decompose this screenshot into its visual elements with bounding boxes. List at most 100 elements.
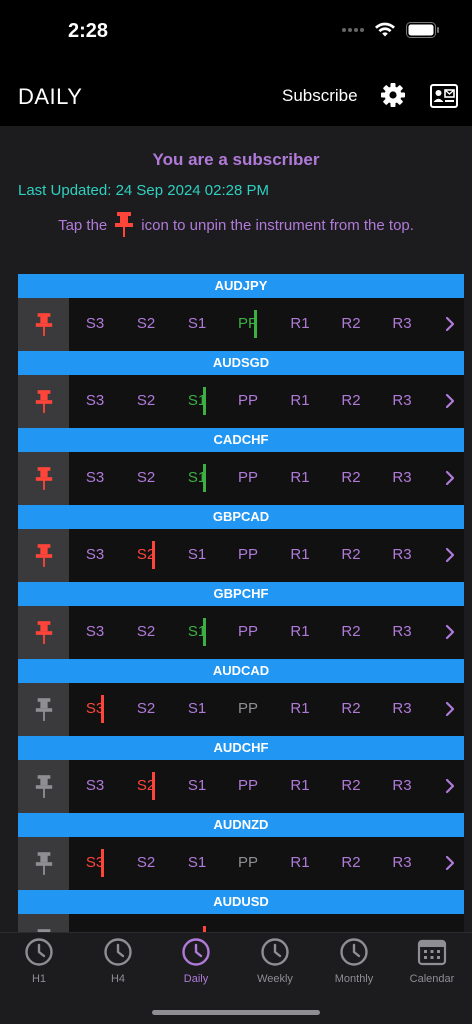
chevron-right-icon[interactable] (444, 391, 456, 411)
chevron-right-icon[interactable] (444, 622, 456, 642)
price-marker (254, 310, 257, 338)
pin-icon[interactable] (18, 452, 69, 505)
pin-icon[interactable] (18, 375, 69, 428)
instrument-levels-row[interactable]: S3S2S1PPR1R2R3 (18, 837, 464, 890)
instrument-levels-row[interactable]: S3S2S1PPR1R2R3 (18, 375, 464, 428)
level-pp: PP (237, 315, 258, 332)
instrument-item[interactable]: AUDUSDS3S2S1PPR1R2R3 (18, 890, 464, 932)
price-marker (203, 618, 206, 646)
level-pp: PP (237, 469, 258, 486)
instrument-levels-row[interactable]: S3S2S1PPR1R2R3 (18, 683, 464, 736)
instrument-symbol: AUDNZD (18, 813, 464, 837)
navigation-bar: DAILY Subscribe (0, 64, 472, 126)
unpinned-pin-icon[interactable] (18, 760, 69, 813)
instrument-symbol: AUDUSD (18, 890, 464, 914)
pin-icon[interactable] (18, 298, 69, 351)
level-r1: R1 (290, 315, 310, 332)
battery-icon (406, 22, 439, 38)
status-indicators (342, 22, 440, 38)
tab-label: Monthly (334, 973, 374, 985)
instrument-symbol: AUDSGD (18, 351, 464, 375)
subscribe-button[interactable]: Subscribe (282, 86, 358, 106)
tab-monthly[interactable]: Monthly (315, 937, 393, 985)
tab-h4[interactable]: H4 (79, 937, 157, 985)
clock-icon (182, 938, 210, 966)
levels-strip: S3S2S1PPR1R2R3 (69, 529, 464, 582)
level-s3: S3 (85, 777, 105, 794)
contact-card-icon[interactable] (430, 84, 458, 108)
instrument-levels-row[interactable]: S3S2S1PPR1R2R3 (18, 606, 464, 659)
pin-icon[interactable] (18, 529, 69, 582)
level-s1: S1 (187, 623, 207, 640)
level-pp: PP (237, 854, 258, 871)
chevron-right-icon[interactable] (444, 468, 456, 488)
level-r3: R3 (392, 777, 412, 794)
levels-strip: S3S2S1PPR1R2R3 (69, 914, 464, 932)
level-pp: PP (237, 392, 258, 409)
level-s2: S2 (136, 700, 156, 717)
instrument-item[interactable]: AUDNZD S3 S2 S1 PP R1 R2 R3 (18, 813, 464, 890)
instrument-item[interactable]: GBPCAD S3 S2 S1 PP R1 R2 R3 (18, 505, 464, 582)
chevron-right-icon[interactable] (444, 545, 456, 565)
level-s3: S3 (85, 623, 105, 640)
instrument-levels-row[interactable]: S3S2S1PPR1R2R3 (18, 298, 464, 351)
instrument-item[interactable]: GBPCHF S3 S2 S1 PP R1 R2 R3 (18, 582, 464, 659)
tab-calendar[interactable]: Calendar (393, 937, 471, 985)
instrument-item[interactable]: AUDJPY S3 S2 S1 PP R1 R2 R3 (18, 274, 464, 351)
clock-icon (104, 938, 132, 966)
chevron-right-icon[interactable] (444, 776, 456, 796)
pin-icon (115, 212, 134, 237)
hint-text-after: icon to unpin the instrument from the to… (141, 216, 414, 234)
level-s3: S3 (85, 546, 105, 563)
chevron-right-icon[interactable] (444, 314, 456, 334)
tab-daily[interactable]: Daily (157, 937, 235, 985)
level-s1: S1 (187, 700, 207, 717)
instrument-item[interactable]: AUDSGD S3 S2 S1 PP R1 R2 R3 (18, 351, 464, 428)
level-r1: R1 (290, 623, 310, 640)
chevron-right-icon[interactable] (444, 853, 456, 873)
clock-icon (25, 938, 53, 966)
levels-strip: S3S2S1PPR1R2R3 (69, 683, 464, 736)
level-s2: S2 (136, 623, 156, 640)
level-r3: R3 (392, 854, 412, 871)
level-s3: S3 (85, 392, 105, 409)
unpinned-pin-icon[interactable] (18, 914, 69, 932)
level-r2: R2 (341, 623, 361, 640)
tab-weekly[interactable]: Weekly (236, 937, 314, 985)
instrument-levels-row[interactable]: S3S2S1PPR1R2R3 (18, 529, 464, 582)
tab-label: H1 (31, 973, 47, 985)
instrument-item[interactable]: CADCHF S3 S2 S1 PP R1 R2 R3 (18, 428, 464, 505)
instrument-levels-row[interactable]: S3S2S1PPR1R2R3 (18, 760, 464, 813)
level-r1: R1 (290, 854, 310, 871)
instrument-item[interactable]: AUDCAD S3 S2 S1 PP R1 R2 R3 (18, 659, 464, 736)
last-updated-text: Last Updated: 24 Sep 2024 02:28 PM (18, 182, 270, 199)
pivot-content[interactable]: You are a subscriber Last Updated: 24 Se… (0, 126, 472, 932)
tab-label: H4 (110, 973, 126, 985)
level-r1: R1 (290, 777, 310, 794)
tab-label: Calendar (409, 973, 455, 985)
tab-h1[interactable]: H1 (0, 937, 78, 985)
level-s2: S2 (136, 546, 156, 563)
unpinned-pin-icon[interactable] (18, 837, 69, 890)
level-s1: S1 (187, 854, 207, 871)
unpinned-pin-icon[interactable] (18, 683, 69, 736)
level-s3: S3 (85, 854, 105, 871)
clock-icon (340, 938, 368, 966)
level-r3: R3 (392, 315, 412, 332)
pin-icon[interactable] (18, 606, 69, 659)
chevron-right-icon[interactable] (444, 699, 456, 719)
levels-strip: S3S2S1PPR1R2R3 (69, 452, 464, 505)
level-r2: R2 (341, 700, 361, 717)
tab-bar: H1 H4 Daily Weekly Monthly Calendar (0, 932, 472, 1024)
instrument-item[interactable]: AUDCHF S3 S2 S1 PP R1 R2 R3 (18, 736, 464, 813)
home-indicator (152, 1010, 320, 1015)
instrument-symbol: AUDJPY (18, 274, 464, 298)
gear-icon[interactable] (380, 82, 406, 108)
level-s2: S2 (136, 469, 156, 486)
instrument-levels-row[interactable]: S3S2S1PPR1R2R3 (18, 452, 464, 505)
level-s1: S1 (187, 469, 207, 486)
level-s1: S1 (187, 546, 207, 563)
instrument-symbol: AUDCAD (18, 659, 464, 683)
instrument-levels-row[interactable]: S3S2S1PPR1R2R3 (18, 914, 464, 932)
level-r3: R3 (392, 623, 412, 640)
